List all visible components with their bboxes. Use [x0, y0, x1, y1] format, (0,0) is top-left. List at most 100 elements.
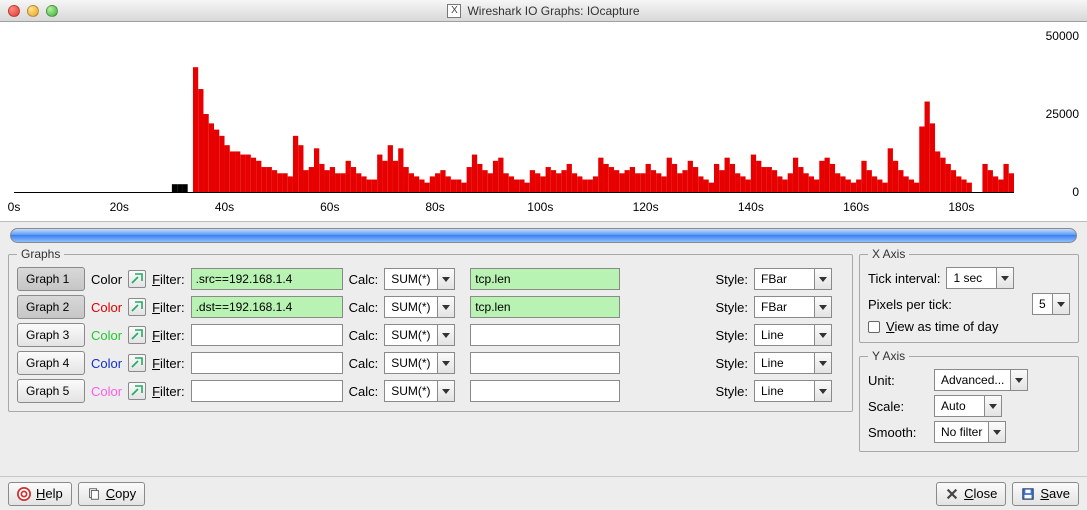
calc-field-input[interactable]: [470, 268, 620, 290]
scale-select[interactable]: Auto: [934, 395, 1070, 417]
calc-field-input[interactable]: [470, 380, 620, 402]
calc-field-input[interactable]: [470, 296, 620, 318]
style-label: Style:: [715, 272, 748, 287]
life-ring-icon: [17, 487, 31, 501]
calc-select[interactable]: SUM(*): [384, 268, 464, 290]
graph-color-label: Color: [91, 300, 122, 315]
controls-panel: Graphs Graph 1 Color Filter: Calc: SUM(*…: [0, 247, 1087, 456]
calc-label: Calc:: [349, 300, 379, 315]
chevron-down-icon: [437, 380, 455, 402]
style-label: Style:: [715, 384, 748, 399]
filter-input[interactable]: [191, 352, 343, 374]
chevron-down-icon: [996, 267, 1014, 289]
smooth-label: Smooth:: [868, 425, 928, 440]
view-as-timeofday-label: View as time of day: [886, 319, 998, 334]
chevron-down-icon: [988, 421, 1006, 443]
filter-label: Filter:: [152, 328, 185, 343]
graph-toggle-button[interactable]: Graph 2: [17, 295, 85, 319]
graph-color-label: Color: [91, 356, 122, 371]
yaxis-legend: Y Axis: [868, 349, 909, 363]
axes-column: X Axis Tick interval: 1 sec Pixels per t…: [859, 247, 1079, 452]
view-as-timeofday-checkbox[interactable]: [868, 321, 880, 333]
io-chart[interactable]: [14, 36, 1014, 192]
style-select[interactable]: FBar: [754, 268, 844, 290]
window-zoom-button[interactable]: [46, 5, 58, 17]
graph-toggle-button[interactable]: Graph 1: [17, 267, 85, 291]
style-select[interactable]: FBar: [754, 296, 844, 318]
graph-color-label: Color: [91, 272, 122, 287]
calc-field-input[interactable]: [470, 324, 620, 346]
x-axis-ticks: 0s20s40s60s80s100s120s140s160s180s: [14, 200, 1014, 216]
filter-apply-icon[interactable]: [128, 354, 146, 372]
chevron-down-icon: [814, 324, 832, 346]
x-tick-label: 160s: [843, 200, 869, 214]
filter-label: Filter:: [152, 356, 185, 371]
copy-button[interactable]: Copy: [78, 482, 145, 506]
horizontal-scrollbar[interactable]: [10, 228, 1077, 243]
chevron-down-icon: [814, 352, 832, 374]
pixels-per-tick-label: Pixels per tick:: [868, 297, 1026, 312]
unit-select[interactable]: Advanced...: [934, 369, 1070, 391]
y-tick-label: 25000: [1046, 107, 1079, 121]
x-tick-label: 20s: [110, 200, 129, 214]
save-button[interactable]: Save: [1012, 482, 1079, 506]
filter-input[interactable]: [191, 380, 343, 402]
tick-interval-select[interactable]: 1 sec: [946, 267, 1070, 289]
style-select[interactable]: Line: [754, 324, 844, 346]
filter-input[interactable]: [191, 296, 343, 318]
filter-label: Filter:: [152, 384, 185, 399]
copy-icon: [87, 487, 101, 501]
graph-toggle-button[interactable]: Graph 4: [17, 351, 85, 375]
window-close-button[interactable]: [8, 5, 20, 17]
x-tick-label: 120s: [633, 200, 659, 214]
x-tick-label: 0s: [8, 200, 21, 214]
filter-label: Filter:: [152, 300, 185, 315]
y-axis-ticks: 02500050000: [1019, 36, 1079, 192]
chevron-down-icon: [814, 268, 832, 290]
filter-label: Filter:: [152, 272, 185, 287]
filter-apply-icon[interactable]: [128, 326, 146, 344]
chevron-down-icon: [437, 268, 455, 290]
filter-input[interactable]: [191, 268, 343, 290]
style-select[interactable]: Line: [754, 380, 844, 402]
traffic-lights: [8, 5, 58, 17]
graph-color-label: Color: [91, 328, 122, 343]
xaxis-legend: X Axis: [868, 247, 909, 261]
style-select[interactable]: Line: [754, 352, 844, 374]
graphs-group: Graphs Graph 1 Color Filter: Calc: SUM(*…: [8, 247, 853, 412]
calc-select[interactable]: SUM(*): [384, 352, 464, 374]
chevron-down-icon: [1010, 369, 1028, 391]
filter-apply-icon[interactable]: [128, 298, 146, 316]
x-tick-label: 140s: [738, 200, 764, 214]
yaxis-group: Y Axis Unit: Advanced... Scale: Auto Smo…: [859, 349, 1079, 452]
filter-apply-icon[interactable]: [128, 270, 146, 288]
close-button[interactable]: Close: [936, 482, 1006, 506]
tick-interval-label: Tick interval:: [868, 271, 940, 286]
graph-toggle-button[interactable]: Graph 3: [17, 323, 85, 347]
graphs-legend: Graphs: [17, 247, 64, 261]
style-label: Style:: [715, 300, 748, 315]
calc-label: Calc:: [349, 272, 379, 287]
chevron-down-icon: [814, 296, 832, 318]
x-axis-line: [14, 192, 1014, 193]
graph-toggle-button[interactable]: Graph 5: [17, 379, 85, 403]
calc-select[interactable]: SUM(*): [384, 380, 464, 402]
x-tick-label: 80s: [425, 200, 444, 214]
calc-select[interactable]: SUM(*): [384, 296, 464, 318]
window-minimize-button[interactable]: [27, 5, 39, 17]
x-tick-label: 180s: [948, 200, 974, 214]
chart-area: 02500050000 0s20s40s60s80s100s120s140s16…: [0, 22, 1087, 222]
smooth-select[interactable]: No filter: [934, 421, 1070, 443]
graph-row: Graph 2 Color Filter: Calc: SUM(*) Style…: [17, 295, 844, 319]
calc-field-input[interactable]: [470, 352, 620, 374]
pixels-per-tick-select[interactable]: 5: [1032, 293, 1070, 315]
x-tick-label: 60s: [320, 200, 339, 214]
filter-input[interactable]: [191, 324, 343, 346]
calc-select[interactable]: SUM(*): [384, 324, 464, 346]
y-tick-label: 0: [1072, 185, 1079, 199]
filter-apply-icon[interactable]: [128, 382, 146, 400]
help-button[interactable]: Help: [8, 482, 72, 506]
scale-label: Scale:: [868, 399, 928, 414]
style-label: Style:: [715, 328, 748, 343]
chevron-down-icon: [1052, 293, 1070, 315]
